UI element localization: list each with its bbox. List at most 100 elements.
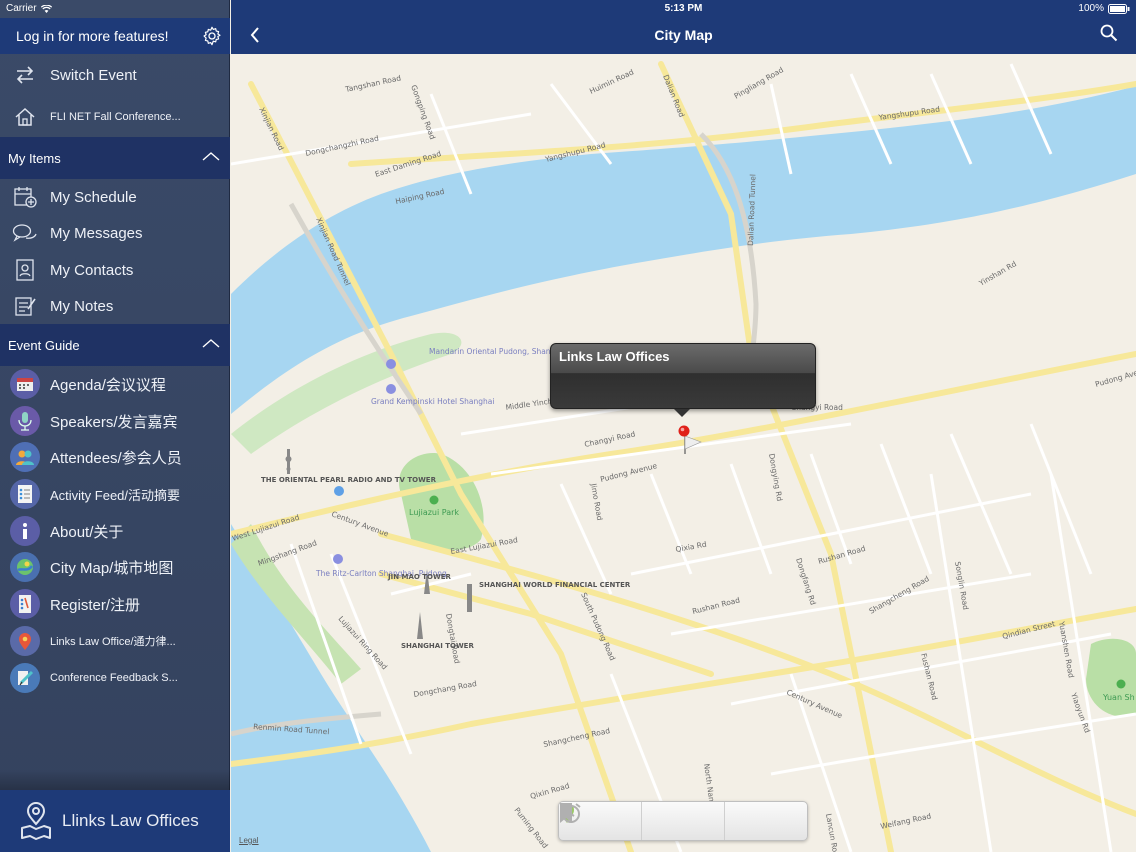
sidebar-item-switch-event[interactable]: Switch Event	[0, 56, 230, 94]
sidebar-item-my-messages[interactable]: My Messages	[0, 216, 230, 250]
road-label: Qindian Street	[1001, 619, 1056, 641]
sidebar-item-agenda[interactable]: Agenda/会议议程	[0, 367, 230, 401]
sidebar-item-label: Agenda/会议议程	[50, 376, 166, 394]
road-label: Shangcheng Road	[868, 574, 931, 616]
road-label: Puming Road	[512, 806, 550, 851]
search-button[interactable]	[1100, 24, 1120, 44]
section-header-event-guide[interactable]: Event Guide	[0, 324, 230, 366]
home-icon	[0, 98, 50, 136]
attendees-icon	[10, 442, 40, 472]
park-poi-icon	[1116, 679, 1126, 689]
status-battery: 100%	[1078, 3, 1130, 14]
wifi-icon	[40, 4, 52, 13]
road-label: Weifang Road	[880, 811, 933, 831]
location-pin-icon	[10, 626, 40, 656]
footer-label: Llinks Law Offices	[62, 811, 199, 830]
search-icon	[1100, 24, 1118, 42]
sidebar-item-label: Attendees/参会人员	[50, 449, 182, 467]
sidebar-item-my-contacts[interactable]: My Contacts	[0, 253, 230, 287]
login-prompt: Log in for more features!	[16, 28, 169, 44]
road-label: Pudong Avenue	[599, 461, 658, 484]
notes-icon	[0, 289, 50, 323]
sidebar-item-label: Speakers/发言嘉宾	[50, 413, 178, 431]
sidebar-item-about[interactable]: About/关于	[0, 514, 230, 548]
alarm-button[interactable]	[561, 802, 807, 840]
sidebar-item-activity-feed[interactable]: Activity Feed/活动摘要	[0, 477, 230, 511]
road-label: South Pudong Road	[579, 591, 617, 662]
chevron-up-icon	[202, 339, 220, 348]
sidebar-item-attendees[interactable]: Attendees/参会人员	[0, 440, 230, 474]
section-title: Event Guide	[8, 337, 80, 353]
road-label: Dalian Road	[661, 73, 686, 118]
poi-label: Grand Kempinski Hotel Shanghai	[371, 397, 494, 406]
road-label: Xinjian Road	[257, 106, 286, 152]
status-time: 5:13 PM	[664, 3, 703, 14]
road-label: Shangcheng Road	[543, 726, 611, 749]
sidebar-item-label: Switch Event	[50, 66, 137, 84]
road-label: Dongfang Rd	[794, 557, 818, 607]
login-row[interactable]: Log in for more features!	[0, 18, 230, 54]
hotel-poi-icon	[386, 359, 396, 369]
sidebar-item-label: My Notes	[50, 297, 114, 315]
sidebar-item-label: FLI NET Fall Conference...	[50, 111, 181, 123]
alarm-clock-icon	[561, 803, 581, 823]
landmark-label: JIN MAO TOWER	[387, 573, 452, 581]
road-label: Tangshan Road	[344, 73, 403, 94]
poi-label: Mandarin Oriental Pudong, Shanghai	[429, 347, 567, 356]
section-header-my-items[interactable]: My Items	[0, 137, 230, 179]
sidebar-item-label: My Messages	[50, 224, 143, 242]
city-map[interactable]: Tangshan Road Huimin Road Dalian Road Pi…	[231, 54, 1136, 852]
sidebar-item-label: Links Law Office/通力律...	[50, 636, 176, 648]
register-icon	[10, 589, 40, 619]
location-callout[interactable]: Links Law Offices	[550, 343, 816, 409]
swfc-tower-icon	[467, 584, 472, 612]
sidebar-item-register[interactable]: Register/注册	[0, 587, 230, 621]
battery-percent: 100%	[1078, 3, 1104, 14]
battery-icon	[1108, 3, 1130, 14]
sidebar-item-label: My Contacts	[50, 261, 134, 279]
sidebar-item-conference-feedback[interactable]: Conference Feedback S...	[0, 661, 230, 695]
sidebar-item-my-notes[interactable]: My Notes	[0, 289, 230, 323]
footer-shadow	[0, 770, 230, 790]
road-label: West Lujiazui Road	[231, 513, 301, 543]
contacts-icon	[0, 253, 50, 287]
messages-icon	[0, 216, 50, 250]
callout-title: Links Law Offices	[559, 349, 670, 364]
road-label: Yangshupu Road	[877, 104, 941, 122]
sidebar-item-city-map[interactable]: City Map/城市地图	[0, 550, 230, 584]
park-label: Lujiazui Park	[409, 508, 459, 517]
transit-poi-icon	[334, 486, 344, 496]
bookmarks-button[interactable]	[560, 802, 725, 840]
road-label: Rushan Road	[691, 595, 741, 616]
road-label: Qixin Road	[529, 781, 571, 801]
sidebar-item-my-schedule[interactable]: My Schedule	[0, 180, 230, 214]
lujiazui-park	[399, 453, 484, 551]
sidebar-footer[interactable]: Llinks Law Offices	[0, 790, 230, 852]
map-location-icon	[21, 802, 51, 840]
road-label: Dongchangzhi Road	[305, 134, 380, 158]
switch-icon	[0, 56, 50, 94]
road-label: Pudong Avenue	[1094, 364, 1136, 389]
navigation-bar: 5:13 PM 100% City Map	[231, 0, 1136, 54]
legal-link[interactable]: Legal	[239, 836, 259, 845]
road-label: Dongtai Road	[444, 613, 462, 665]
about-icon	[10, 516, 40, 546]
sidebar-item-speakers[interactable]: Speakers/发言嘉宾	[0, 404, 230, 438]
yuan-shen-park	[1086, 638, 1136, 717]
settings-gear-icon[interactable]	[194, 25, 230, 47]
city-map-icon	[10, 552, 40, 582]
landmark-label: SHANGHAI TOWER	[401, 642, 474, 650]
shanghai-tower-icon	[417, 612, 423, 639]
map-canvas[interactable]: Tangshan Road Huimin Road Dalian Road Pi…	[231, 54, 1136, 852]
sidebar-item-event-home[interactable]: FLI NET Fall Conference...	[0, 98, 230, 136]
status-carrier: Carrier	[6, 3, 52, 14]
hotel-poi-icon	[386, 384, 396, 394]
road-label: Yinshan Rd	[977, 259, 1019, 288]
park-poi-icon	[429, 495, 439, 505]
hotel-poi-icon	[333, 554, 343, 564]
sidebar-item-links-law-office[interactable]: Links Law Office/通力律...	[0, 624, 230, 658]
road-label: Yuanshen Road	[1057, 620, 1076, 679]
activity-feed-icon	[10, 479, 40, 509]
sidebar-item-label: Activity Feed/活动摘要	[50, 487, 181, 503]
oriental-pearl-tower-icon	[285, 449, 292, 474]
